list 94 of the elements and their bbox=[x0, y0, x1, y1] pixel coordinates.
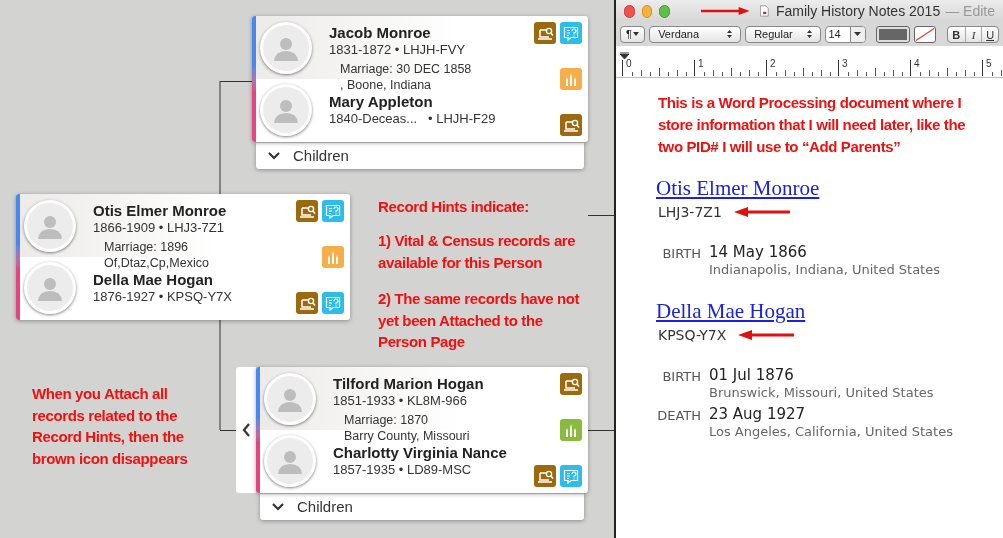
ruler-number: 4 bbox=[914, 59, 920, 69]
marriage-text: Marriage: 1896 bbox=[104, 239, 190, 255]
laptop-search-icon[interactable] bbox=[534, 22, 556, 44]
couple-card[interactable]: Tilford Marion Hogan 1851-1933 • KL8M-966 Marriage: 1870 Barry County, Missouri Charlotty Virginia Nance 1857-1935 • LD89-MSC bbox=[256, 367, 588, 493]
ruler-number: 1 bbox=[698, 59, 704, 69]
event-label: BIRTH bbox=[661, 368, 702, 386]
laptop-search-icon[interactable] bbox=[296, 292, 318, 314]
avatar bbox=[260, 84, 312, 136]
ruler-ticks bbox=[704, 68, 759, 76]
person-name[interactable]: Charlotty Virginia Nance bbox=[333, 444, 534, 461]
help-document-icon[interactable] bbox=[560, 465, 582, 487]
font-family-dropdown[interactable]: Verdana bbox=[649, 25, 742, 43]
paragraph-dropdown[interactable]: ¶ bbox=[620, 25, 646, 43]
annotation-text: When you Attach all records related to the Record Hints, then the brown icon disappears bbox=[32, 384, 189, 469]
arrow-icon bbox=[733, 207, 790, 217]
person-dates: 1831-1872 • LHJH-FVY bbox=[329, 41, 467, 58]
ruler-number: 0 bbox=[626, 59, 632, 69]
event-label: DEATH bbox=[656, 407, 702, 425]
laptop-search-icon[interactable] bbox=[296, 200, 318, 222]
caret-icon bbox=[854, 32, 862, 36]
event-date: 01 Jul 1876 bbox=[709, 365, 795, 385]
event-place: Los Angeles, California, United States bbox=[709, 424, 953, 440]
ruler-ticks bbox=[920, 68, 975, 76]
caret-icon bbox=[633, 32, 639, 36]
person-link[interactable]: Otis Elmer Monroe bbox=[656, 176, 820, 200]
person-name[interactable]: Della Mae Hogan bbox=[93, 271, 296, 288]
arrow-icon bbox=[738, 330, 795, 340]
event-place: Indianapolis, Indiana, United States bbox=[709, 262, 940, 278]
help-document-icon[interactable] bbox=[322, 292, 344, 314]
children-toggle[interactable]: Children bbox=[260, 493, 584, 520]
laptop-search-icon[interactable] bbox=[560, 114, 582, 136]
italic-button[interactable]: I bbox=[964, 26, 982, 42]
help-document-icon[interactable] bbox=[322, 200, 344, 222]
person-dates: 1851-1933 • KL8M-966 bbox=[333, 392, 468, 409]
close-icon[interactable] bbox=[624, 4, 635, 18]
document-icon bbox=[760, 4, 769, 18]
window-title: Family History Notes 2015 bbox=[776, 1, 941, 21]
annotation-text: 2) The same records have not yet been Attached to the Person Page bbox=[378, 289, 581, 352]
event-date: 23 Aug 1927 bbox=[709, 404, 807, 424]
person-link[interactable]: Della Mae Hogan bbox=[656, 299, 806, 323]
note-text: This is a Word Processing document where I store information that I will need later, like the two PID# I will use to “Add Parents” bbox=[658, 93, 967, 157]
avatar bbox=[24, 262, 76, 314]
event-place: Brunswick, Missouri, United States bbox=[709, 385, 934, 401]
laptop-search-icon[interactable] bbox=[534, 465, 556, 487]
marriage-text: Marriage: 30 DEC 1858 bbox=[340, 61, 473, 77]
font-size-field[interactable]: 14 bbox=[824, 25, 867, 43]
annotation-text: 1) Vital & Census records are available for this Person bbox=[378, 231, 577, 273]
person-dates: 1876-1927 • KPSQ-Y7X bbox=[93, 288, 233, 305]
couple-card[interactable]: Jacob Monroe 1831-1872 • LHJH-FVY Marriage: 30 DEC 1858 , Boone, Indiana Mary Appleton 1840-Deceas... • LHJH-F29 bbox=[252, 16, 588, 142]
text-color-swatch[interactable] bbox=[876, 25, 911, 43]
person-dates: 1840-Deceas... • LHJH-F29 bbox=[329, 110, 497, 127]
zoom-icon[interactable] bbox=[659, 4, 670, 18]
tab-stop-icon[interactable] bbox=[620, 52, 629, 60]
ruler-number: 2 bbox=[770, 59, 776, 69]
highlight-swatch[interactable] bbox=[914, 25, 937, 43]
chevron-left-icon bbox=[241, 423, 251, 437]
stepper-icon bbox=[727, 30, 733, 38]
arrow-icon bbox=[700, 6, 750, 16]
font-style-dropdown[interactable]: Regular bbox=[745, 25, 821, 43]
stepper-icon bbox=[806, 30, 812, 38]
person-dates: 1857-1935 • LD89-MSC bbox=[333, 461, 473, 478]
event-date: 14 May 1866 bbox=[709, 242, 808, 262]
person-id: LHJ3-7Z1 bbox=[658, 203, 722, 222]
person-id: KPSQ-Y7X bbox=[658, 326, 727, 345]
marriage-text: Of,Dtaz,Cp,Mexico bbox=[104, 255, 210, 271]
avatar bbox=[264, 435, 316, 487]
help-document-icon[interactable] bbox=[560, 22, 582, 44]
couple-card[interactable]: Otis Elmer Monroe 1866-1909 • LHJ3-7Z1 Marriage: 1896 Of,Dtaz,Cp,Mexico Della Mae Hogan 1876-1927 • KPSQ-Y7X bbox=[16, 194, 350, 320]
person-dates: 1866-1909 • LHJ3-7Z1 bbox=[93, 219, 226, 236]
ruler-ticks bbox=[776, 68, 831, 76]
window-title-suffix: — Edite bbox=[945, 1, 995, 21]
annotation-text: Record Hints indicate: bbox=[378, 197, 530, 217]
chevron-down-icon bbox=[268, 152, 280, 160]
bold-button[interactable]: B bbox=[948, 26, 965, 42]
ruler-ticks bbox=[632, 68, 687, 76]
children-toggle[interactable]: Children bbox=[256, 142, 584, 169]
temple-icon[interactable] bbox=[560, 419, 582, 441]
person-name[interactable]: Mary Appleton bbox=[329, 93, 534, 110]
person-name[interactable]: Jacob Monroe bbox=[329, 24, 534, 41]
connector-line bbox=[587, 430, 614, 431]
underline-button[interactable]: U bbox=[981, 26, 998, 42]
minimize-icon[interactable] bbox=[641, 4, 653, 18]
chevron-down-icon bbox=[272, 503, 284, 511]
marriage-text: Marriage: 1870 bbox=[344, 412, 430, 428]
ruler-number: 5 bbox=[986, 59, 992, 69]
laptop-search-icon[interactable] bbox=[560, 373, 582, 395]
ruler-number: 3 bbox=[842, 59, 848, 69]
person-name[interactable]: Otis Elmer Monroe bbox=[93, 202, 296, 219]
ruler-ticks bbox=[848, 68, 903, 76]
event-label: BIRTH bbox=[661, 245, 702, 263]
person-name[interactable]: Tilford Marion Hogan bbox=[333, 375, 534, 392]
marriage-text: Barry County, Missouri bbox=[344, 428, 471, 444]
marriage-text: , Boone, Indiana bbox=[340, 77, 433, 93]
connector-line bbox=[587, 215, 614, 216]
